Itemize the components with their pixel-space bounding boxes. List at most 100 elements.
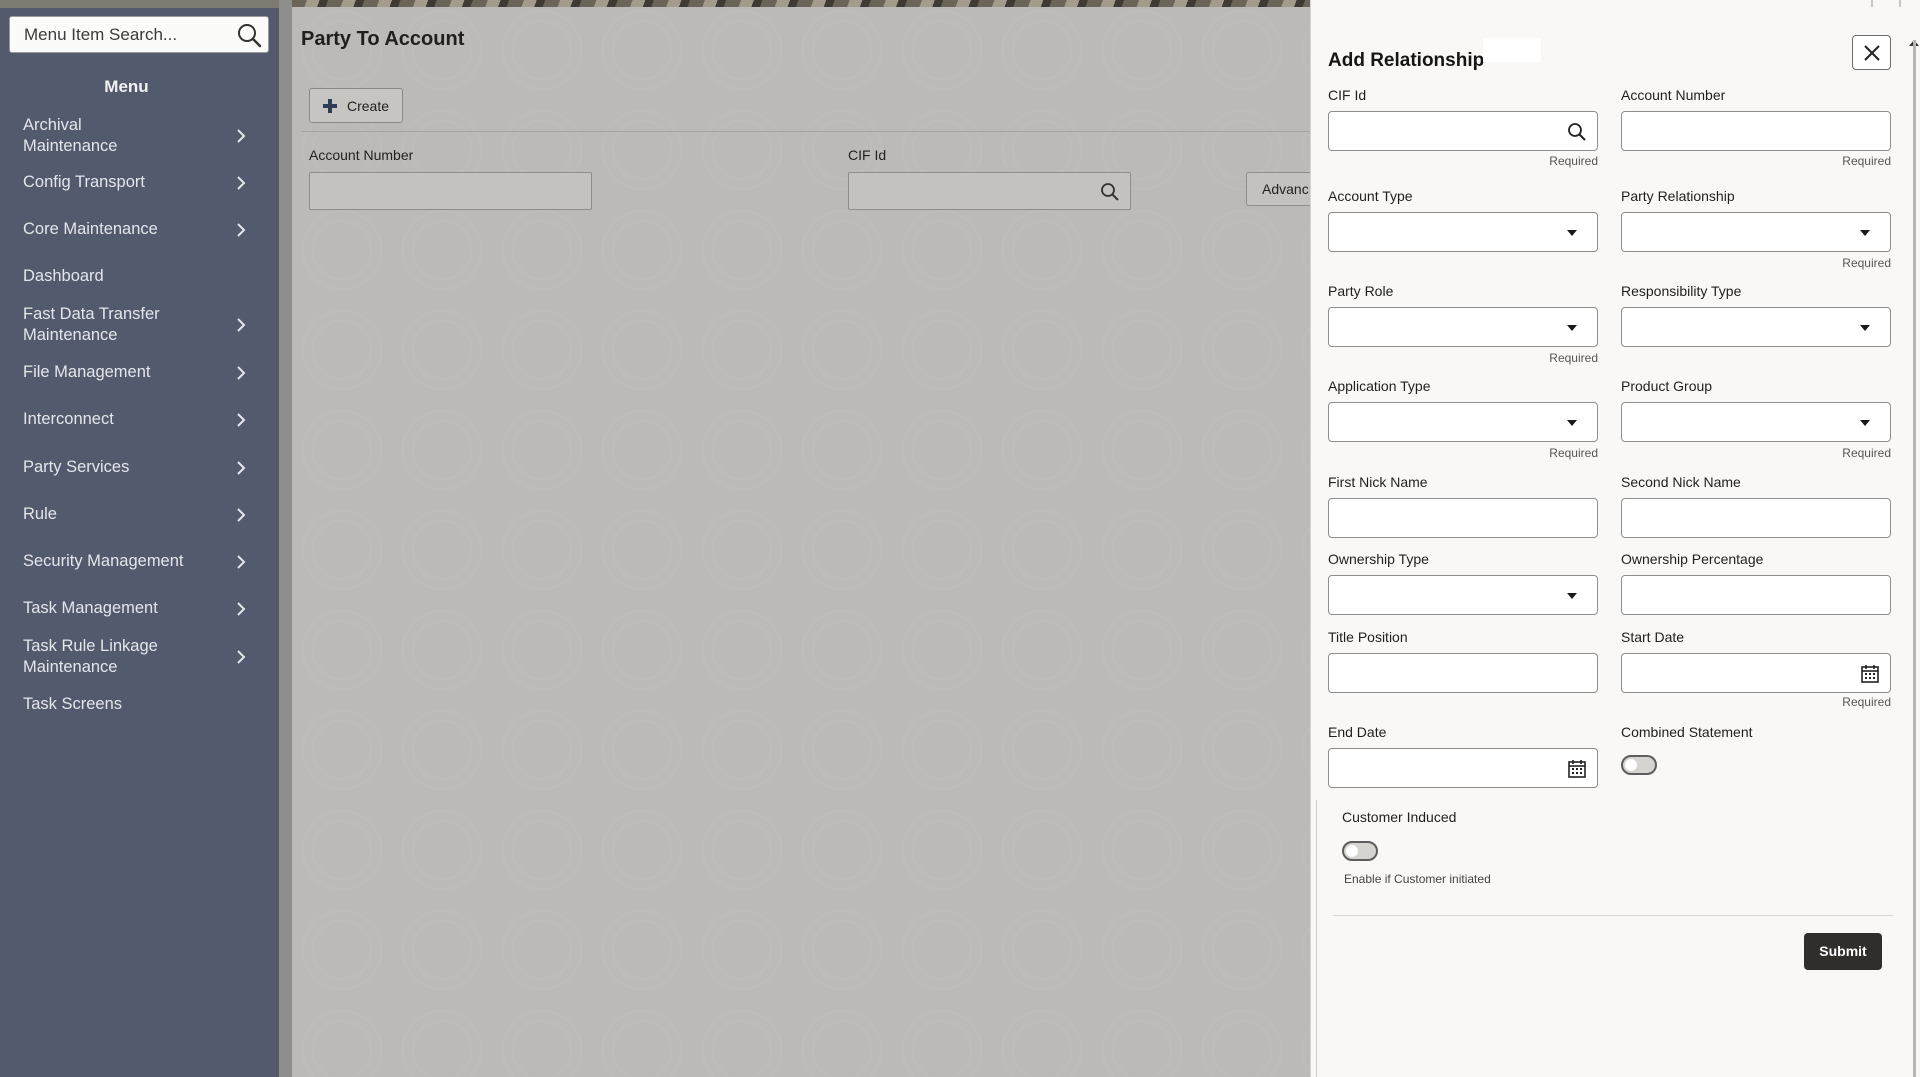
sidebar-item-security-management[interactable]: Security Management [0,551,253,572]
combined-statement-toggle[interactable] [1621,755,1657,775]
sidebar-top-strip [0,0,279,8]
main-content: Party To Account Create Account Number C… [292,0,1316,1077]
end-date-label: End Date [1328,724,1387,740]
sidebar-item-label: Archival Maintenance [23,115,118,155]
first-nick-name-field[interactable] [1328,498,1598,538]
chevron-right-icon [237,460,246,475]
sidebar-item-label: Config Transport [23,173,145,191]
account-number-input[interactable] [309,172,592,210]
responsibility-type-label: Responsibility Type [1621,283,1742,299]
title-chip [1483,38,1541,62]
sidebar-item-dashboard[interactable]: Dashboard [0,266,253,287]
required-text: Required [1842,695,1891,709]
sidebar-item-task-management[interactable]: Task Management [0,598,253,619]
sidebar-item-label: Core Maintenance [23,220,158,238]
sidebar-item-label: Security Management [23,552,184,570]
menu-search-box[interactable] [9,16,269,53]
account-type-select[interactable] [1328,212,1598,252]
ownership-percentage-label: Ownership Percentage [1621,551,1764,567]
required-text: Required [1842,446,1891,460]
caret-down-icon [1860,325,1870,331]
banner-strip [292,0,1310,7]
sidebar: Menu Archival Maintenance Config Transpo… [0,0,279,1077]
caret-down-icon [1567,420,1577,426]
sidebar-scrollbar[interactable] [279,0,292,1077]
customer-induced-help: Enable if Customer initiated [1344,872,1491,886]
menu-search-input[interactable] [10,17,225,52]
product-group-select[interactable] [1621,402,1891,442]
application-type-label: Application Type [1328,378,1431,394]
title-position-field[interactable] [1328,653,1598,693]
sidebar-item-task-screens[interactable]: Task Screens [0,694,253,715]
chevron-right-icon [237,554,246,569]
cif-id-label: CIF Id [1328,87,1367,103]
chevron-right-icon [237,412,246,427]
customer-induced-label: Customer Induced [1342,809,1457,825]
sidebar-item-label: Fast Data Transfer Maintenance [23,305,160,344]
scrollbar-thumb[interactable] [1913,40,1916,1077]
drawer-title: Add Relationship [1328,50,1485,71]
window-edge-fragment [1871,0,1901,7]
combined-statement-label: Combined Statement [1621,724,1753,740]
caret-down-icon [1567,593,1577,599]
chevron-right-icon [237,222,246,237]
caret-down-icon [1860,420,1870,426]
sidebar-item-label: Task Screens [23,695,123,713]
create-button-label: Create [347,97,390,114]
sidebar-item-interconnect[interactable]: Interconnect [0,409,253,430]
section-line [1316,800,1317,1077]
plus-icon [323,98,337,113]
search-icon[interactable] [236,22,262,48]
required-text: Required [1842,154,1891,168]
first-nick-name-label: First Nick Name [1328,474,1428,490]
responsibility-type-select[interactable] [1621,307,1891,347]
account-number-label: Account Number [309,147,414,163]
sidebar-item-rule[interactable]: Rule [0,504,253,525]
second-nick-name-field[interactable] [1621,498,1891,538]
customer-induced-toggle[interactable] [1342,841,1378,861]
create-button[interactable]: Create [309,88,403,123]
sidebar-item-fast-data-transfer-maintenance[interactable]: Fast Data Transfer Maintenance [0,304,253,346]
search-icon[interactable] [1567,122,1587,142]
add-relationship-drawer: Add Relationship CIF Id Required Account… [1310,0,1920,1077]
drawer-scrollbar[interactable] [1908,40,1920,1077]
ownership-type-label: Ownership Type [1328,551,1429,567]
cif-id-input[interactable] [848,172,1131,210]
toggle-knob [1346,845,1358,857]
sidebar-item-party-services[interactable]: Party Services [0,457,253,478]
sidebar-item-core-maintenance[interactable]: Core Maintenance [0,219,253,240]
ownership-type-select[interactable] [1328,575,1598,615]
account-number-field[interactable] [1621,111,1891,151]
advanced-search-button[interactable]: Advanc [1246,172,1316,206]
toggle-knob [1625,759,1637,771]
cif-id-field[interactable] [1328,111,1598,151]
sidebar-item-task-rule-linkage-maintenance[interactable]: Task Rule Linkage Maintenance [0,636,253,678]
sidebar-item-file-management[interactable]: File Management [0,362,253,383]
close-button[interactable] [1852,35,1891,70]
party-role-select[interactable] [1328,307,1598,347]
sidebar-item-archival-maintenance[interactable]: Archival Maintenance [0,116,253,155]
required-text: Required [1549,351,1598,365]
calendar-icon[interactable] [1567,759,1587,779]
divider [301,131,1310,132]
party-role-label: Party Role [1328,283,1394,299]
start-date-field[interactable] [1621,653,1891,693]
party-relationship-label: Party Relationship [1621,188,1735,204]
chevron-right-icon [237,650,246,664]
search-icon[interactable] [1100,182,1120,202]
sidebar-item-config-transport[interactable]: Config Transport [0,172,253,193]
application-type-select[interactable] [1328,402,1598,442]
chevron-right-icon [237,175,246,190]
required-text: Required [1549,154,1598,168]
sidebar-item-label: Party Services [23,458,130,476]
menu-title: Menu [104,77,149,96]
cif-id-label: CIF Id [848,147,887,163]
end-date-field[interactable] [1328,748,1598,788]
sidebar-item-label: Rule [23,505,57,523]
caret-down-icon [1567,325,1577,331]
calendar-icon[interactable] [1860,664,1880,684]
submit-button[interactable]: Submit [1804,933,1882,970]
ownership-percentage-field[interactable] [1621,575,1891,615]
party-relationship-select[interactable] [1621,212,1891,252]
account-number-label: Account Number [1621,87,1726,103]
